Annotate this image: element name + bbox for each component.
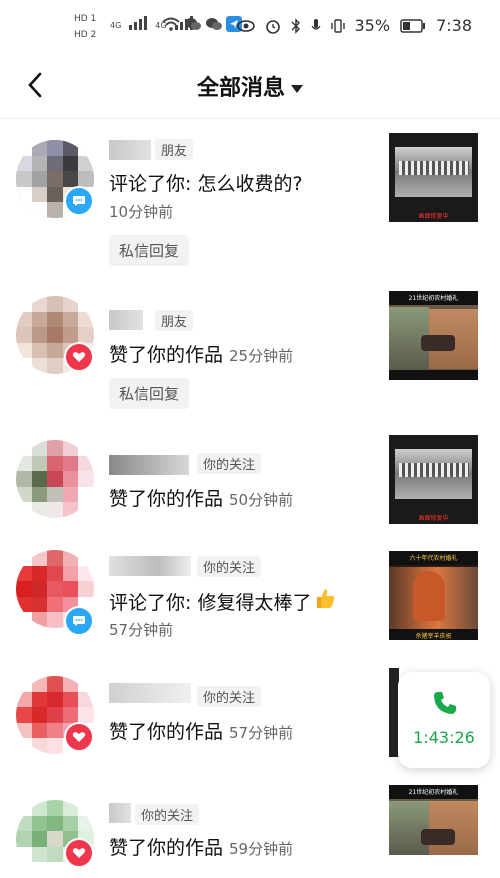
notification-time: 10分钟前: [109, 203, 174, 221]
heart-icon: [72, 848, 86, 858]
relation-tag: 你的关注: [135, 804, 200, 825]
username-blurred[interactable]: [109, 310, 143, 330]
notification-time: 57分钟前: [229, 724, 294, 742]
thumbnail-caption: 画面修复中: [418, 213, 449, 220]
username-blurred[interactable]: [109, 455, 189, 475]
call-duration: 1:43:26: [413, 728, 475, 747]
thumbnail-title: 21世纪初农村婚礼: [408, 295, 459, 302]
private-reply-button[interactable]: 私信回复: [109, 378, 190, 409]
username-blurred[interactable]: [109, 683, 191, 703]
like-badge: [64, 342, 94, 372]
alarm-icon: [265, 19, 280, 34]
comment-badge: [64, 186, 94, 216]
wifi-icon: [162, 17, 180, 31]
username-blurred[interactable]: [109, 803, 131, 823]
signal-icon: [129, 14, 148, 30]
notification-time: 25分钟前: [229, 347, 294, 365]
sim2-label: HD 2: [74, 30, 97, 40]
notification-time: 57分钟前: [109, 621, 174, 639]
comment-bubble-icon: [73, 196, 85, 206]
relation-tag: 你的关注: [197, 556, 262, 577]
sim1-label: HD 1: [74, 14, 97, 24]
status-bar: HD 1 HD 2 4G 4G 35% 7:38: [0, 0, 500, 56]
private-reply-button[interactable]: 私信回复: [109, 235, 190, 266]
caret-down-icon: [291, 85, 303, 93]
notification-text-row: 赞了你的作品 59分钟前: [109, 833, 293, 860]
notification-text: 赞了你的作品: [109, 488, 224, 510]
notification-text-row: 赞了你的作品 50分钟前: [109, 484, 293, 511]
thumbnail-caption: 杀猪宰羊庆祝: [415, 633, 452, 640]
thumbs-up-icon: [313, 589, 337, 614]
page-title: 全部消息: [196, 76, 285, 101]
video-thumbnail[interactable]: 21世纪初农村婚礼: [389, 785, 478, 855]
username-blurred[interactable]: [109, 556, 191, 576]
like-badge: [64, 722, 94, 752]
heart-icon: [72, 732, 86, 742]
thumbnail-title: 21世纪初农村婚礼: [408, 789, 459, 796]
thumbnail-title: 六十年代农村婚礼: [409, 555, 458, 562]
like-badge: [64, 838, 94, 868]
avatar[interactable]: [16, 440, 94, 518]
network-label-1: 4G: [110, 21, 122, 30]
notification-time: 59分钟前: [229, 840, 294, 858]
relation-tag: 朋友: [155, 139, 194, 160]
battery-icon: [400, 18, 426, 33]
video-thumbnail[interactable]: 六十年代农村婚礼 杀猪宰羊庆祝: [389, 551, 478, 640]
relation-tag: 朋友: [155, 310, 194, 331]
notification-text-row: 评论了你: 修复得太棒了: [109, 587, 337, 615]
heart-icon: [72, 352, 86, 362]
message-filter-dropdown[interactable]: 全部消息: [0, 70, 500, 102]
status-right: 35% 7:38: [236, 16, 472, 35]
signal-group: 4G 4G: [110, 14, 193, 30]
battery-percent: 35%: [354, 16, 391, 35]
notification-text: 赞了你的作品: [109, 344, 224, 366]
thumbnail-caption: 画面修复中: [418, 515, 449, 522]
notification-time: 50分钟前: [229, 491, 294, 509]
notification-text: 评论了你: 修复得太棒了: [109, 592, 312, 614]
username-blurred[interactable]: [109, 140, 151, 160]
header-bar: 全部消息: [0, 56, 500, 119]
bluetooth-icon: [291, 17, 300, 34]
clock: 7:38: [436, 16, 472, 35]
notification-text: 评论了你: 怎么收费的?: [109, 173, 303, 195]
notification-text-row: 赞了你的作品 57分钟前: [109, 717, 293, 744]
video-thumbnail[interactable]: 21世纪初农村婚礼: [389, 291, 478, 380]
relation-tag: 你的关注: [197, 453, 262, 474]
wechat-icon: [185, 18, 201, 30]
comment-bubble-icon: [73, 616, 85, 626]
eye-icon: [236, 19, 255, 32]
notification-text: 赞了你的作品: [109, 837, 224, 859]
vibrate-icon: [330, 18, 345, 33]
video-thumbnail[interactable]: 画面修复中: [389, 133, 478, 222]
microphone-icon: [311, 18, 320, 30]
phone-icon: [434, 692, 456, 714]
ongoing-call-widget[interactable]: 1:43:26: [398, 672, 490, 768]
comment-badge: [64, 606, 94, 636]
notification-text-row: 赞了你的作品 25分钟前: [109, 340, 293, 367]
wechat-icon-2: [206, 18, 222, 30]
relation-tag: 你的关注: [197, 686, 262, 707]
video-thumbnail[interactable]: 画面修复中: [389, 435, 478, 524]
notification-text: 赞了你的作品: [109, 721, 224, 743]
